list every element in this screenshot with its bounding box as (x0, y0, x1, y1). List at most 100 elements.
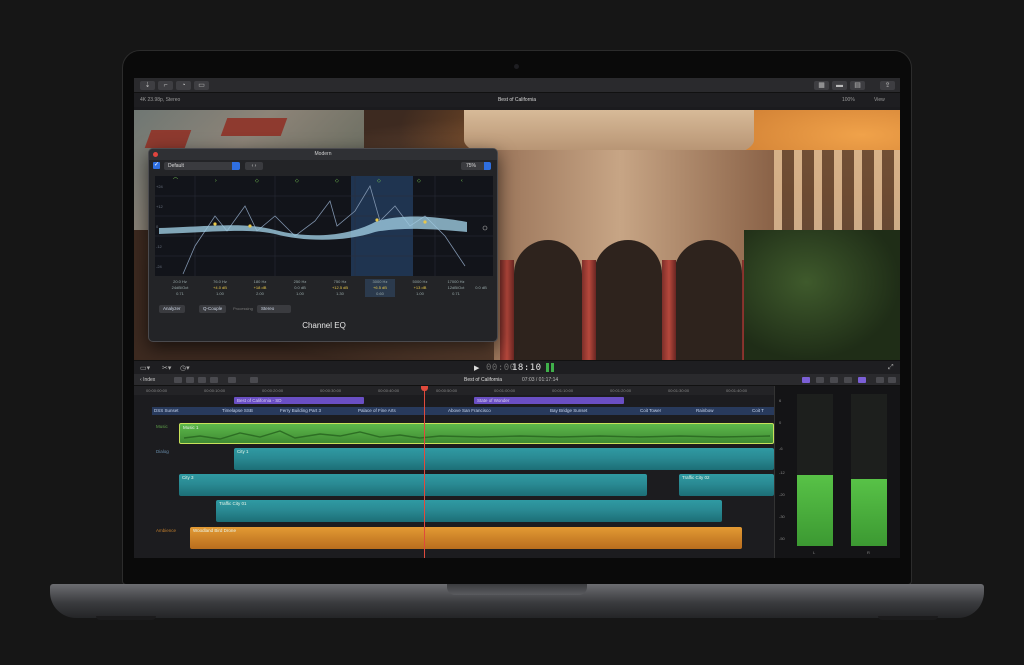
append-icon[interactable] (186, 377, 194, 383)
chevron-down-icon (232, 162, 240, 170)
effects-browser-icon[interactable] (858, 377, 866, 383)
eq-band[interactable]: 5000 Hz +13 dB 1.00 (405, 279, 435, 297)
band-q: 2.00 (256, 291, 264, 296)
storyline-clip-label[interactable]: Ferry Building Part 3 (280, 407, 321, 415)
inspector-icon[interactable]: ▤ (850, 81, 865, 90)
storyline-clip-label[interactable]: Above San Francisco (448, 407, 491, 415)
svg-text:‹: ‹ (461, 178, 463, 184)
svg-text:-24: -24 (156, 264, 163, 269)
timeline[interactable]: 00:00:00:00 00:00:10:00 00:00:20:00 00:0… (134, 386, 774, 558)
eq-curve[interactable] (159, 216, 467, 240)
meter-scale-tick: -30 (779, 514, 785, 519)
arrow-tool-icon[interactable] (250, 377, 258, 383)
q-couple-button[interactable]: Q-Couple (199, 305, 227, 313)
processing-dropdown[interactable]: Stereo (257, 305, 291, 313)
amount-dropdown[interactable]: 75% (461, 162, 491, 170)
layout-grid-icon[interactable]: ▦ (814, 81, 829, 90)
storyline-clip-label[interactable]: Bay Bridge Sunset (550, 407, 587, 415)
timeline-project-name[interactable]: Best of California (464, 374, 502, 386)
eq-frequency-graph[interactable]: ⌒ › ◇ ◇ ◇ ◇ ◇ ‹ +24 +12 0 -12 -24 (155, 176, 493, 276)
title-clip[interactable]: State of Wonder (474, 397, 624, 404)
background-tasks-icon[interactable]: ◔ (176, 81, 191, 90)
svg-text:◇: ◇ (377, 178, 381, 184)
preset-label: Default (168, 163, 184, 169)
channel-eq-window[interactable]: Modern ✓ Default ‹ › 75% ⌒ › ◇ ◇ ◇ ◇ ◇ ‹… (148, 148, 498, 342)
storyline-clip-label[interactable]: Coit Tower (640, 407, 661, 415)
close-timeline-icon[interactable] (888, 377, 896, 383)
roof-shape (220, 118, 288, 136)
preset-dropdown[interactable]: Default (164, 162, 240, 170)
eq-band[interactable]: 17000 Hz 12dB/Oct 0.71 (441, 279, 471, 297)
share-export-icon[interactable]: ⇪ (880, 81, 895, 90)
top-toolbar: ⇣ ⌐ ◔ ▭ ▦ ▬ ▤ ⇪ (134, 78, 900, 93)
ruler-tick: 00:01:30:00 (668, 388, 690, 393)
analyzer-button[interactable]: Analyzer (159, 305, 185, 313)
playhead[interactable] (424, 386, 425, 558)
timecode-display[interactable]: 18:10 (512, 363, 542, 373)
timeline-toggle-icon[interactable]: ▬ (832, 81, 847, 90)
eq-band[interactable]: 180 Hz +18 dB 2.00 (245, 279, 275, 297)
share-icon[interactable]: ▭ (194, 81, 209, 90)
svg-text:⌒: ⌒ (173, 178, 178, 184)
view-options-icon[interactable]: ▭▾ (140, 364, 150, 372)
eq-header: ✓ Default ‹ › 75% (149, 160, 497, 172)
skimming-icon[interactable] (802, 377, 810, 383)
headphones-icon[interactable] (830, 377, 838, 383)
laptop-foot (878, 616, 938, 620)
ruler-tick: 00:00:40:00 (378, 388, 400, 393)
bypass-checkbox[interactable]: ✓ (153, 162, 160, 169)
timeline-ruler[interactable]: 00:00:00:00 00:00:10:00 00:00:20:00 00:0… (134, 386, 774, 395)
meter-scale-tick: 6 (779, 398, 782, 403)
svg-text:›: › (215, 178, 217, 184)
ruler-tick: 00:01:00:00 (494, 388, 516, 393)
eq-band-values: 20.0 Hz 24dB/Oct 0.71 76.0 Hz +4.0 dB 1.… (155, 279, 493, 305)
audio-clip-city-1[interactable]: City 1 (234, 448, 774, 470)
import-icon[interactable]: ⇣ (140, 81, 155, 90)
transitions-icon[interactable] (876, 377, 884, 383)
output-gain[interactable]: 0.0 dB (469, 285, 493, 291)
overwrite-icon[interactable] (210, 377, 218, 383)
speed-icon[interactable]: ◷▾ (180, 364, 190, 372)
select-tool-icon[interactable] (228, 377, 236, 383)
clip-name: Woodland Bird Drone (193, 528, 236, 533)
eq-band[interactable]: 750 Hz +12.5 dB 1.30 (325, 279, 355, 297)
storyline-clip-label[interactable]: Palace of Fine Arts (358, 407, 396, 415)
index-button[interactable]: ‹ Index (140, 374, 155, 386)
eq-band[interactable]: 250 Hz 0.0 dB 1.00 (285, 279, 315, 297)
arch (514, 240, 582, 360)
meter-channel-label: L (813, 550, 816, 555)
close-icon[interactable] (153, 152, 158, 157)
eq-band-selected[interactable]: 3000 Hz +6.5 dB 0.60 (365, 279, 395, 297)
snapping-icon[interactable] (844, 377, 852, 383)
storyline-clip-label[interactable]: DSS Sunset (154, 407, 179, 415)
svg-text:◇: ◇ (335, 178, 339, 184)
column (662, 260, 676, 360)
play-icon[interactable]: ▶ (474, 364, 479, 372)
primary-storyline[interactable]: DSS Sunset Timelapse SSB Ferry Building … (152, 407, 774, 415)
audio-clip-ambience[interactable]: Woodland Bird Drone (190, 527, 742, 549)
eq-band[interactable]: 20.0 Hz 24dB/Oct 0.71 (165, 279, 195, 297)
storyline-clip-label[interactable]: Rainbow (696, 407, 714, 415)
transform-icon[interactable]: ✂▾ (162, 364, 171, 372)
audio-clip-city-3[interactable]: City 3 (179, 474, 647, 496)
insert-icon[interactable] (198, 377, 206, 383)
fullscreen-icon[interactable]: ⤢ (888, 364, 894, 372)
preset-nav-arrows[interactable]: ‹ › (245, 162, 263, 170)
svg-text:◇: ◇ (417, 178, 421, 184)
zoom-menu[interactable]: 100% (842, 93, 855, 107)
storyline-clip-label[interactable]: Timelapse SSB (222, 407, 253, 415)
view-menu[interactable]: View (874, 93, 885, 107)
audio-clip-traffic-city-01[interactable]: Traffic City 01 (216, 500, 722, 522)
clip-appearance-icon[interactable] (174, 377, 182, 383)
audio-skimming-icon[interactable] (816, 377, 824, 383)
keyword-icon[interactable]: ⌐ (158, 81, 173, 90)
meter-scale-tick: 0 (779, 420, 782, 425)
eq-band[interactable]: 76.0 Hz +4.0 dB 1.00 (205, 279, 235, 297)
clip-name: Traffic City 02 (682, 475, 710, 480)
eq-title-bar[interactable]: Modern (149, 149, 497, 160)
transport-bar: ▭▾ ✂▾ ◷▾ ▶ 00:00 18:10 ⤢ (134, 360, 900, 374)
title-clip[interactable]: Best of California - SD (234, 397, 364, 404)
audio-clip-traffic-city-02[interactable]: Traffic City 02 (679, 474, 774, 496)
storyline-clip-label[interactable]: Coit T (752, 407, 764, 415)
audio-clip-music[interactable]: Music 1 (179, 423, 774, 444)
